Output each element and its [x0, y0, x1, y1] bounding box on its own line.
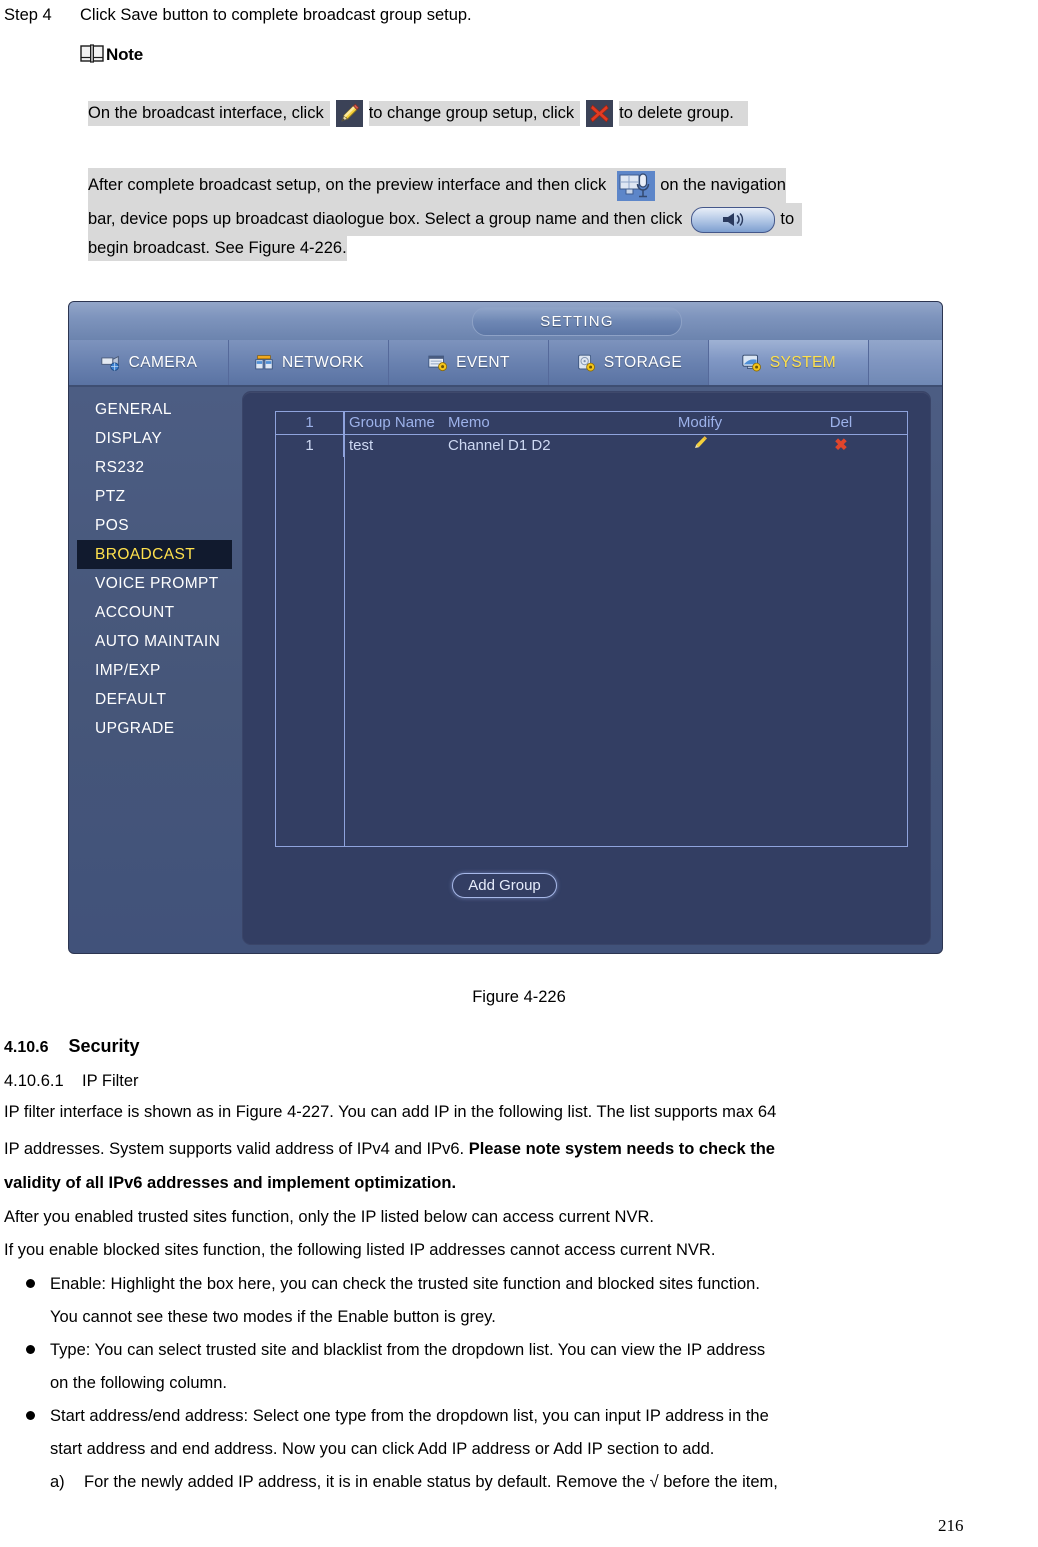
- subsection-title: IP Filter: [82, 1072, 139, 1090]
- system-icon: [741, 353, 763, 372]
- body-line-2-plain: IP addresses. System supports valid addr…: [4, 1140, 469, 1158]
- tab-network-label: NETWORK: [281, 353, 365, 371]
- tab-event-label: EVENT: [456, 353, 510, 371]
- table-row[interactable]: 1 test Channel D1 D2 ✖: [276, 435, 907, 457]
- book-icon: [80, 43, 104, 65]
- subsection-heading: 4.10.6.1 IP Filter: [4, 1072, 139, 1091]
- sidebar-item-upgrade[interactable]: UPGRADE: [77, 714, 242, 743]
- nvr-setting-window: SETTING CAMERA NETWORK EVENT STORAGE SYS…: [68, 301, 943, 954]
- tab-camera-label: CAMERA: [128, 353, 198, 371]
- tab-bar-filler: [869, 340, 942, 385]
- note-paragraph-2: After complete broadcast setup, on the p…: [88, 168, 1018, 261]
- nvr-content-area: GENERAL DISPLAY RS232 PTZ POS BROADCAST …: [69, 387, 942, 953]
- bullet-dot-icon: [26, 1279, 35, 1288]
- broadcast-panel: 1 Group Name Memo Modify Del 1 test Chan…: [242, 391, 931, 945]
- body-line-2-bold: Please note system needs to check the: [468, 1140, 775, 1158]
- header-group-name: Group Name: [349, 414, 435, 431]
- note-p1-text-3: to delete group.: [619, 101, 734, 126]
- table-header-row: 1 Group Name Memo Modify Del: [276, 412, 907, 435]
- sidebar-item-default[interactable]: DEFAULT: [77, 685, 242, 714]
- tab-camera[interactable]: CAMERA: [69, 340, 229, 385]
- body-line-4: After you enabled trusted sites function…: [4, 1208, 654, 1226]
- tab-network[interactable]: NETWORK: [229, 340, 389, 385]
- subsection-number: 4.10.6.1: [4, 1072, 64, 1090]
- bullet-type-line-2: on the following column.: [50, 1374, 228, 1392]
- note-p2-text-5: begin broadcast. See Figure 4-226.: [88, 236, 347, 261]
- red-x-icon: [586, 100, 614, 127]
- header-modify: Modify: [677, 414, 723, 431]
- speaker-horn-button-icon: [691, 206, 776, 233]
- header-index: 1: [276, 412, 344, 434]
- sub-item-text: For the newly added IP address, it is in…: [84, 1473, 778, 1491]
- note-p1-text-2: to change group setup, click: [368, 101, 575, 126]
- bullet-dot-icon: [26, 1345, 35, 1354]
- bullet-address-line-2: start address and end address. Now you c…: [50, 1440, 715, 1458]
- sidebar-item-imp-exp[interactable]: IMP/EXP: [77, 656, 242, 685]
- step-text: Click Save button to complete broadcast …: [80, 6, 472, 24]
- section-number: 4.10.6: [4, 1039, 49, 1056]
- pencil-icon: [335, 100, 363, 127]
- figure-caption: Figure 4-226: [472, 988, 566, 1006]
- section-title: Security: [68, 1036, 140, 1056]
- note-p2-text-2: on the navigation: [660, 168, 786, 203]
- body-line-5: If you enable blocked sites function, th…: [4, 1241, 716, 1259]
- nvr-window-title: SETTING: [472, 307, 682, 336]
- tab-storage[interactable]: STORAGE: [549, 340, 709, 385]
- sidebar-item-rs232[interactable]: RS232: [77, 453, 242, 482]
- broadcast-group-table: 1 Group Name Memo Modify Del 1 test Chan…: [275, 411, 908, 847]
- note-p2-text-4: to: [780, 203, 795, 236]
- row-modify-cell[interactable]: [625, 435, 775, 457]
- note-p2-text-3: bar, device pops up broadcast diaologue …: [88, 203, 683, 236]
- sub-item-marker: a): [50, 1473, 65, 1491]
- note-paragraph-1: On the broadcast interface, click to cha…: [88, 100, 958, 127]
- sidebar-item-ptz[interactable]: PTZ: [77, 482, 242, 511]
- row-group-name: test: [349, 437, 374, 454]
- nvr-tab-bar: CAMERA NETWORK EVENT STORAGE SYSTEM: [69, 340, 942, 387]
- network-icon: [253, 353, 275, 372]
- tab-system-label: SYSTEM: [769, 353, 837, 371]
- note-p2-text-1: After complete broadcast setup, on the p…: [88, 168, 607, 203]
- navigation-broadcast-icon: [617, 170, 656, 201]
- header-memo: Memo: [448, 414, 490, 431]
- bullet-dot-icon: [26, 1411, 35, 1420]
- event-icon: [427, 353, 449, 372]
- bullet-address-line-1: Start address/end address: Select one ty…: [50, 1407, 769, 1425]
- sidebar-item-broadcast[interactable]: BROADCAST: [77, 540, 232, 569]
- note-heading: Note: [80, 43, 143, 65]
- nvr-title-bar: SETTING: [69, 302, 942, 341]
- note-p1-text-1: On the broadcast interface, click: [88, 101, 324, 126]
- sidebar-item-auto-maintain[interactable]: AUTO MAINTAIN: [77, 627, 242, 656]
- row-index: 1: [276, 435, 344, 457]
- bullet-enable-line-2: You cannot see these two modes if the En…: [50, 1308, 496, 1326]
- storage-icon: [575, 353, 597, 372]
- tab-event[interactable]: EVENT: [389, 340, 549, 385]
- body-line-2: IP addresses. System supports valid addr…: [4, 1137, 775, 1162]
- tab-storage-label: STORAGE: [603, 353, 683, 371]
- row-delete-cell[interactable]: ✖: [775, 435, 907, 457]
- sidebar-item-voice-prompt[interactable]: VOICE PROMPT: [77, 569, 242, 598]
- body-line-3: validity of all IPv6 addresses and imple…: [4, 1171, 456, 1196]
- pencil-icon[interactable]: [693, 435, 708, 457]
- sidebar-item-display[interactable]: DISPLAY: [77, 424, 242, 453]
- nvr-sidebar-menu: GENERAL DISPLAY RS232 PTZ POS BROADCAST …: [77, 395, 242, 947]
- sidebar-item-general[interactable]: GENERAL: [77, 395, 242, 424]
- tab-system[interactable]: SYSTEM: [709, 340, 869, 385]
- body-line-1: IP filter interface is shown as in Figur…: [4, 1103, 777, 1121]
- sidebar-item-pos[interactable]: POS: [77, 511, 242, 540]
- header-del: Del: [829, 414, 853, 431]
- add-group-button[interactable]: Add Group: [452, 873, 557, 898]
- red-x-icon[interactable]: ✖: [834, 437, 847, 454]
- section-heading: 4.10.6 Security: [4, 1036, 140, 1057]
- step-label: Step 4: [4, 6, 52, 24]
- row-memo: Channel D1 D2: [448, 437, 551, 454]
- body-line-3-bold: validity of all IPv6 addresses and imple…: [4, 1174, 457, 1192]
- bullet-type-line-1: Type: You can select trusted site and bl…: [50, 1341, 766, 1359]
- camera-icon: [100, 353, 122, 372]
- note-heading-label: Note: [106, 45, 143, 64]
- table-column-divider: [344, 412, 345, 846]
- page-number: 216: [938, 1516, 964, 1535]
- bullet-enable-line-1: Enable: Highlight the box here, you can …: [50, 1275, 760, 1293]
- sidebar-item-account[interactable]: ACCOUNT: [77, 598, 242, 627]
